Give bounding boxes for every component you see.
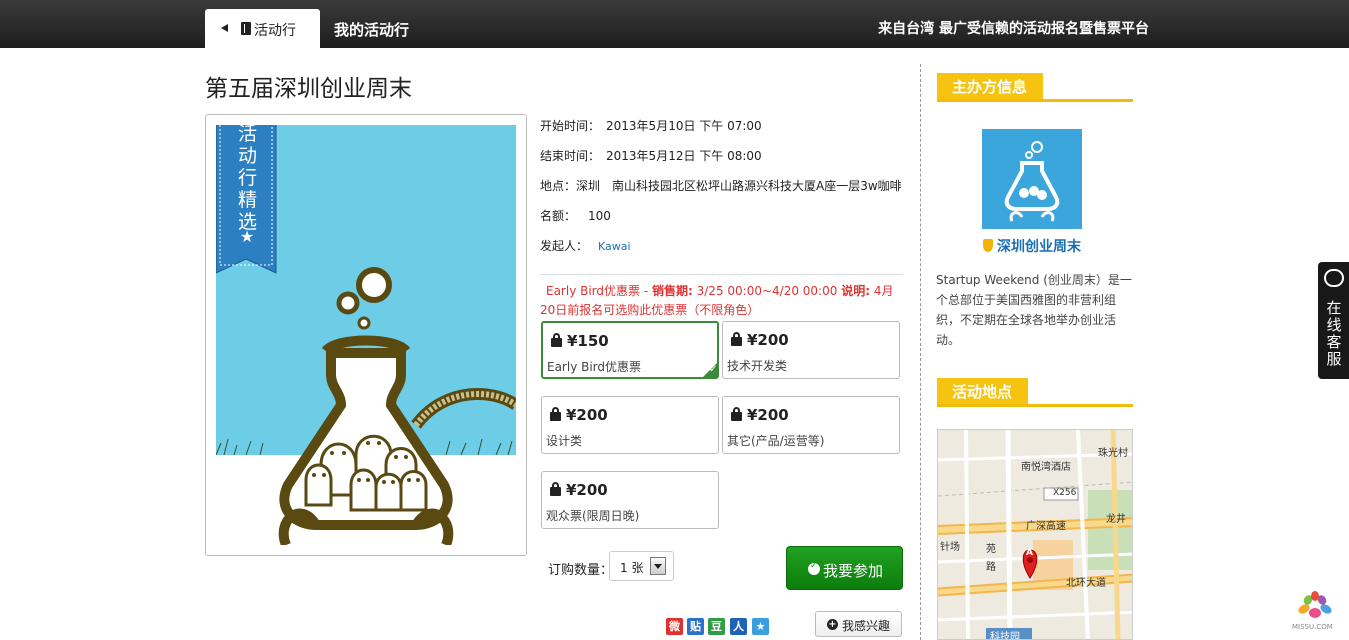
map-marker-icon[interactable]: A [1026, 548, 1033, 558]
quantity-label: 订购数量： [548, 563, 614, 578]
organizer-name-text: 深圳创业周末 [997, 239, 1081, 255]
megaphone-icon [1324, 269, 1344, 287]
organizer-name[interactable]: 深圳创业周末 [983, 236, 1081, 256]
ticket-name: Early Bird优惠票 [547, 360, 642, 374]
tab-label: 活动行 [254, 23, 296, 39]
quantity-select[interactable]: 1 张 [609, 551, 674, 581]
column-divider [920, 64, 921, 640]
ticket-price: ¥150 [567, 332, 609, 350]
ticket-name: 设计类 [546, 434, 583, 448]
tab-my-events[interactable]: 我的活动行 [334, 19, 409, 40]
ticket-option-tech[interactable]: ¥200 技术开发类 [722, 321, 900, 379]
map-label: X256 [1053, 488, 1077, 498]
organizer-label: 发起人： [540, 239, 589, 253]
flask-logo-icon [1004, 141, 1060, 222]
watermark-logo: MISSU.COM [1290, 583, 1340, 633]
online-service-label: 在线客服 [1326, 299, 1342, 368]
qzone-icon[interactable]: ★ [752, 618, 769, 635]
ticket-option-other[interactable]: ¥200 其它(产品/运营等) [722, 396, 900, 454]
ticket-price: ¥200 [747, 331, 789, 349]
peacock-icon [1298, 591, 1332, 618]
quantity-value: 1 张 [620, 561, 644, 575]
ticket-price: ¥200 [566, 406, 608, 424]
start-time-label: 开始时间： [540, 119, 601, 133]
ticket-note: Early Bird优惠票 - 销售期: 3/25 00:00~4/20 00:… [540, 282, 903, 320]
start-time-row: 开始时间： 2013年5月10日 下午 07:00 [540, 117, 762, 134]
online-service-button[interactable]: 在线客服 [1318, 262, 1349, 379]
location-label: 地点： [540, 179, 577, 193]
top-bar: 活动行 我的活动行 来自台湾 最广受信赖的活动报名暨售票平台 [0, 0, 1349, 48]
ticket-option-audience[interactable]: ¥200 观众票(限周日晚) [541, 471, 719, 529]
ticket-note-sale-label: 销售期: [652, 284, 693, 298]
lock-icon [731, 332, 742, 346]
ticket-note-desc-label: 说明: [841, 284, 870, 298]
lock-icon [731, 407, 742, 421]
join-button-label: 我要参加 [823, 562, 884, 580]
location-value: 深圳 南山科技园北区松坪山路源兴科技大厦A座一层3w咖啡 [576, 179, 902, 193]
selected-check-icon [702, 362, 718, 378]
renren-icon[interactable]: 人 [730, 618, 747, 635]
event-title: 第五届深圳创业周末 [205, 76, 412, 102]
lock-icon [550, 482, 561, 496]
tieba-icon[interactable]: 贴 [687, 618, 704, 635]
end-time-row: 结束时间： 2013年5月12日 下午 08:00 [540, 147, 762, 164]
end-time-label: 结束时间： [540, 149, 601, 163]
join-button[interactable]: 我要参加 [786, 546, 903, 590]
map-label: 路 [986, 562, 996, 573]
map-label: 南悦湾酒店 [1021, 462, 1071, 473]
tab-huodongxing[interactable]: 活动行 [205, 9, 320, 48]
douban-icon[interactable]: 豆 [708, 618, 725, 635]
ticket-name: 技术开发类 [727, 359, 788, 373]
map-label: 科技园 [990, 632, 1020, 640]
ticket-option-design[interactable]: ¥200 设计类 [541, 396, 719, 454]
ribbon-text: 活动行精选 [238, 123, 258, 233]
ticket-note-sale-period: 3/25 00:00~4/20 00:00 [692, 284, 842, 298]
ticket-name: 其它(产品/运营等) [727, 434, 825, 448]
event-poster: 活动行精选 ★ [205, 114, 527, 556]
interest-button-label: 我感兴趣 [842, 619, 891, 633]
lock-icon [551, 333, 562, 347]
start-time-value: 2013年5月10日 下午 07:00 [606, 119, 762, 133]
organizer-row: 发起人： Kawai [540, 237, 631, 254]
check-circle-icon [808, 561, 820, 575]
map-label: 广深高速 [1026, 521, 1066, 532]
event-map[interactable]: 珠光村 南悦湾酒店 X256 广深高速 龙井 针场 苑 路 北环大道 科技园 A [937, 429, 1133, 640]
lock-icon [550, 407, 561, 421]
map-label: 珠光村 [1098, 448, 1128, 459]
location-section-header: 活动地点 [937, 378, 1133, 407]
divider [540, 274, 903, 275]
organizer-section-header: 主办方信息 [937, 73, 1133, 102]
organizer-logo[interactable] [982, 129, 1082, 229]
arrow-left-icon [221, 24, 228, 32]
chevron-down-icon[interactable] [650, 557, 666, 575]
ticket-price: ¥200 [747, 406, 789, 424]
organizer-heading: 主办方信息 [937, 73, 1044, 99]
ticket-name: 观众票(限周日晚) [546, 509, 640, 523]
flask-illustration [216, 125, 516, 545]
location-heading: 活动地点 [937, 378, 1029, 404]
quota-label: 名额： [540, 209, 577, 223]
ticket-option-early-bird[interactable]: ¥150 Early Bird优惠票 [541, 321, 719, 379]
book-icon [241, 22, 251, 35]
ticket-price: ¥200 [566, 481, 608, 499]
star-icon: ★ [239, 227, 255, 246]
map-label: 苑 [986, 544, 996, 555]
quota-row: 名额： 100 [540, 207, 611, 224]
map-label: 北环大道 [1066, 578, 1106, 589]
location-row: 地点：深圳 南山科技园北区松坪山路源兴科技大厦A座一层3w咖啡 [540, 177, 902, 194]
ticket-note-name: Early Bird优惠票 - [546, 284, 652, 298]
organizer-description: Startup Weekend (创业周末）是一个总部位于美国西雅图的非营利组织… [936, 273, 1132, 347]
end-time-value: 2013年5月12日 下午 08:00 [606, 149, 762, 163]
site-slogan: 来自台湾 最广受信赖的活动报名暨售票平台 [878, 21, 1149, 37]
quota-value: 100 [588, 209, 611, 223]
medal-icon [983, 239, 993, 252]
plus-circle-icon: + [827, 619, 838, 630]
map-label: 针场 [940, 542, 960, 553]
interest-button[interactable]: + 我感兴趣 [815, 611, 902, 637]
weibo-icon[interactable]: 微 [666, 618, 683, 635]
map-label: 龙井 [1106, 514, 1126, 525]
watermark-text: MISSU.COM [1292, 623, 1333, 631]
organizer-link[interactable]: Kawai [598, 240, 631, 253]
